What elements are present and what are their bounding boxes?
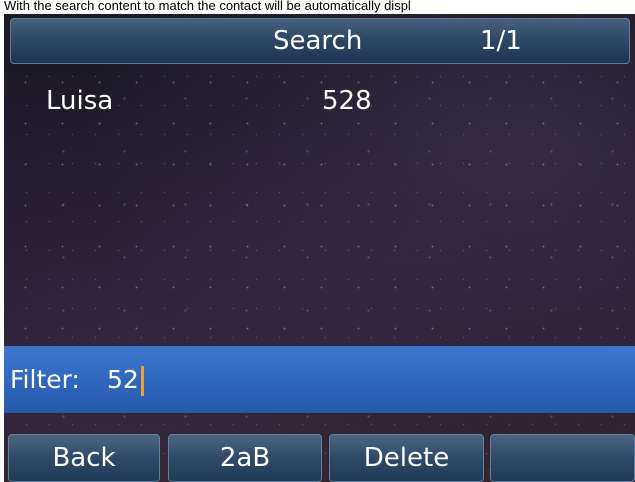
contact-name: Luisa (46, 86, 114, 116)
empty-softkey[interactable] (490, 434, 635, 482)
page-indicator: 1/1 (480, 26, 522, 56)
delete-softkey[interactable]: Delete (329, 434, 484, 482)
phone-screen: Search 1/1 Luisa 528 Filter: 52 Back 2aB… (4, 14, 635, 482)
text-cursor (141, 366, 144, 396)
page-caption: With the search content to match the con… (4, 0, 411, 13)
contact-result-row[interactable]: Luisa 528 (4, 80, 635, 124)
contact-number: 528 (322, 86, 372, 116)
back-softkey[interactable]: Back (8, 434, 160, 482)
filter-input[interactable]: Filter: 52 (4, 346, 635, 413)
filter-value: 52 (107, 365, 139, 394)
screen-title: Search (273, 26, 363, 56)
title-bar: Search 1/1 (10, 18, 630, 64)
input-mode-softkey[interactable]: 2aB (168, 434, 322, 482)
softkey-bar: Back 2aB Delete (4, 434, 635, 482)
filter-label: Filter: (10, 365, 80, 394)
